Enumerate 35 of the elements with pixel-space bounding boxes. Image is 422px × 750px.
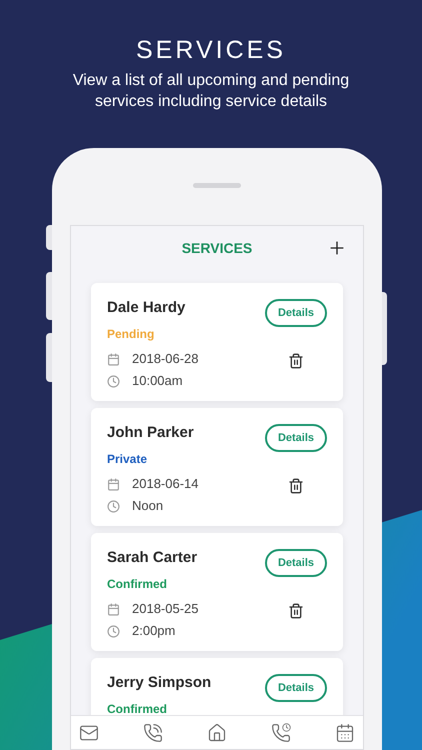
promo-subtitle: View a list of all upcoming and pending services including service details: [72, 71, 350, 112]
service-date: 2018-06-14: [132, 475, 198, 494]
phone-call-icon[interactable]: [143, 722, 163, 742]
service-time: 10:00am: [132, 372, 183, 390]
clock-icon: [107, 374, 120, 388]
phone-clock-icon[interactable]: [271, 722, 291, 742]
client-name: Dale Hardy: [107, 298, 186, 318]
client-name: John Parker: [107, 423, 195, 443]
trash-icon[interactable]: [288, 478, 304, 494]
trash-icon[interactable]: [288, 353, 304, 369]
calendar-icon: [107, 478, 120, 490]
phone-speaker: [193, 183, 241, 188]
trash-icon[interactable]: [288, 603, 304, 619]
details-button[interactable]: Details: [265, 549, 327, 577]
status-label: Private: [107, 451, 148, 467]
calendar-icon[interactable]: [335, 722, 355, 742]
service-date: 2018-06-28: [132, 350, 198, 368]
client-name: Jerry Simpson: [107, 673, 212, 693]
service-time: 2:00pm: [132, 622, 176, 640]
details-button[interactable]: Details: [265, 674, 327, 702]
clock-icon: [107, 500, 120, 512]
details-button[interactable]: Details: [265, 424, 327, 452]
status-label: Confirmed: [107, 576, 168, 592]
calendar-icon: [107, 602, 120, 616]
service-time: Noon: [132, 497, 164, 516]
client-name: Sarah Carter: [107, 548, 198, 568]
home-icon[interactable]: [207, 722, 227, 742]
service-date: 2018-05-25: [132, 600, 198, 618]
screen-title: SERVICES: [182, 239, 252, 258]
status-label: Pending: [107, 326, 156, 342]
status-label: Confirmed: [107, 701, 168, 715]
promo-title: SERVICES: [136, 35, 286, 66]
details-button[interactable]: Details: [265, 299, 327, 327]
calendar-icon: [107, 352, 120, 366]
clock-icon: [107, 624, 120, 638]
